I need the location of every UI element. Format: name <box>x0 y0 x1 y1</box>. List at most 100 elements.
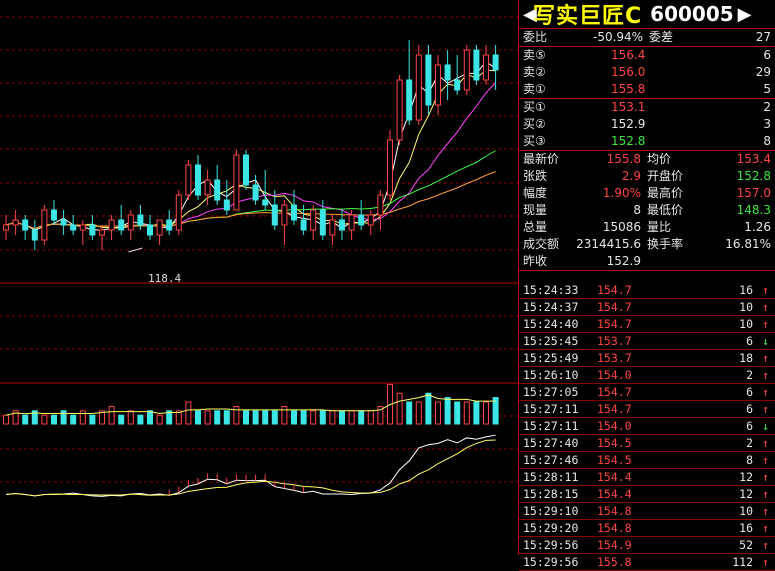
tick-row[interactable]: 15:24:37 154.7 10 ↑ <box>519 299 775 316</box>
tick-row[interactable]: 15:27:11 154.0 6 ↓ <box>519 418 775 435</box>
kline-chart[interactable]: 118.4 <box>0 0 518 555</box>
tick-row[interactable]: 15:28:11 154.4 12 ↑ <box>519 469 775 486</box>
volume-bar <box>51 414 57 425</box>
tick-row[interactable]: 15:25:49 153.7 18 ↑ <box>519 350 775 367</box>
tick-row[interactable]: 15:24:40 154.7 10 ↑ <box>519 316 775 333</box>
sell-label: 卖② <box>523 65 546 79</box>
tick-direction-icon: ↑ <box>762 521 769 535</box>
tick-direction-icon: ↑ <box>762 385 769 399</box>
stock-header: ◀ 写实巨匠C 600005 ▶ <box>519 0 775 29</box>
tick-volume: 12 <box>739 487 753 501</box>
volume-bar <box>127 410 134 425</box>
candle-body <box>223 199 230 211</box>
tick-row[interactable]: 15:27:40 154.5 2 ↑ <box>519 435 775 452</box>
candle-body <box>12 219 19 226</box>
tick-time: 15:29:20 <box>523 521 579 535</box>
next-stock-icon[interactable]: ▶ <box>738 4 752 25</box>
tick-time: 15:27:05 <box>523 385 579 399</box>
volume-ma-line <box>5 394 496 416</box>
tick-time: 15:29:56 <box>523 555 579 569</box>
tick-list[interactable]: 15:24:33 154.7 16 ↑ 15:24:37 154.7 10 ↑ 15:24:40… <box>519 282 775 571</box>
tick-time: 15:27:11 <box>523 419 579 433</box>
volume-bar <box>463 401 470 425</box>
volume-bar <box>118 414 125 425</box>
volume-bar <box>70 414 77 425</box>
tick-price: 154.5 <box>597 453 632 467</box>
stock-name: 写实巨匠C <box>533 4 643 29</box>
candle-body <box>99 229 105 236</box>
tick-row[interactable]: 15:24:33 154.7 16 ↑ <box>519 282 775 299</box>
volume-bar <box>108 405 115 425</box>
tick-row[interactable]: 15:29:10 154.8 10 ↑ <box>519 503 775 520</box>
candle-body <box>454 79 461 91</box>
sell-row: 卖② 156.0 29 <box>519 64 775 81</box>
ma-line <box>5 150 496 230</box>
candle-body <box>300 219 307 231</box>
volume-bar <box>358 410 365 425</box>
volume-bar <box>367 410 374 425</box>
tick-volume: 10 <box>739 317 753 331</box>
volume-bar <box>204 410 211 425</box>
tick-direction-icon: ↑ <box>762 453 769 467</box>
volume-bar <box>319 410 326 425</box>
candle-body <box>291 204 297 221</box>
stat-value: 1.26 <box>744 220 771 234</box>
stock-code: 600005 <box>650 2 734 26</box>
candle-body <box>185 164 192 196</box>
stat-label: 开盘价 <box>647 169 684 183</box>
volume-bar <box>223 410 230 425</box>
tick-time: 15:27:46 <box>523 453 579 467</box>
tick-row[interactable]: 15:28:15 154.4 12 ↑ <box>519 486 775 503</box>
buy-volume: 2 <box>763 100 771 114</box>
buy-row: 买③ 152.8 8 <box>519 133 775 151</box>
tick-row[interactable]: 15:27:11 154.7 6 ↑ <box>519 401 775 418</box>
candle-body <box>473 49 480 81</box>
tick-price: 154.4 <box>597 487 632 501</box>
tick-direction-icon: ↑ <box>762 470 769 484</box>
tick-row[interactable]: 15:27:05 154.7 6 ↑ <box>519 384 775 401</box>
candle-body <box>51 209 57 221</box>
candle-body <box>166 219 173 231</box>
candle-body <box>444 64 451 81</box>
tick-row[interactable]: 15:29:56 154.9 52 ↑ <box>519 537 775 554</box>
tick-price: 153.7 <box>597 334 632 348</box>
tick-direction-icon: ↑ <box>762 436 769 450</box>
tick-direction-icon: ↑ <box>762 402 769 416</box>
tick-direction-icon: ↑ <box>762 487 769 501</box>
stat-row: 张跌 2.9 开盘价 152.8 <box>519 168 775 185</box>
stat-label: 最高价 <box>647 186 684 200</box>
candle-body <box>195 164 201 196</box>
volume-bar <box>41 414 48 425</box>
volume-bar <box>22 414 29 425</box>
tick-time: 15:29:10 <box>523 504 579 518</box>
prev-stock-icon[interactable]: ◀ <box>523 4 537 25</box>
volume-bar <box>262 410 269 425</box>
buy-volume: 8 <box>763 134 771 148</box>
tick-volume: 2 <box>746 436 753 450</box>
sell-volume: 5 <box>763 82 771 96</box>
candle-body <box>483 54 489 81</box>
tick-row[interactable]: 15:29:20 154.8 16 ↑ <box>519 520 775 537</box>
sell-row: 卖① 155.8 5 <box>519 81 775 99</box>
tick-row[interactable]: 15:27:46 154.5 8 ↑ <box>519 452 775 469</box>
stat-value: 15086 <box>602 220 641 234</box>
volume-bar <box>147 410 153 425</box>
tick-price: 154.8 <box>597 504 632 518</box>
candle-body <box>156 219 163 236</box>
buy-orders: 买① 153.1 2 买② 152.9 3 买③ 152.8 8 <box>519 99 775 151</box>
tick-time: 15:28:11 <box>523 470 579 484</box>
tick-row[interactable]: 15:26:10 154.0 2 ↑ <box>519 367 775 384</box>
volume-bar <box>137 414 144 425</box>
low-price-label: 118.4 <box>148 272 181 285</box>
tick-row[interactable]: 15:25:45 153.7 6 ↓ <box>519 333 775 350</box>
candle-body <box>31 229 38 241</box>
buy-price: 153.1 <box>611 100 646 114</box>
volume-bar <box>415 401 422 425</box>
tick-row[interactable]: 15:29:56 155.8 112 ↑ <box>519 554 775 571</box>
kline-chart-area[interactable]: 118.4 <box>0 0 518 555</box>
stat-label: 现量 <box>523 203 548 217</box>
candle-body <box>435 64 441 106</box>
candle-body <box>137 214 144 226</box>
weibi-value: -50.94% <box>593 30 644 44</box>
stat-value: 1.90% <box>602 186 641 200</box>
